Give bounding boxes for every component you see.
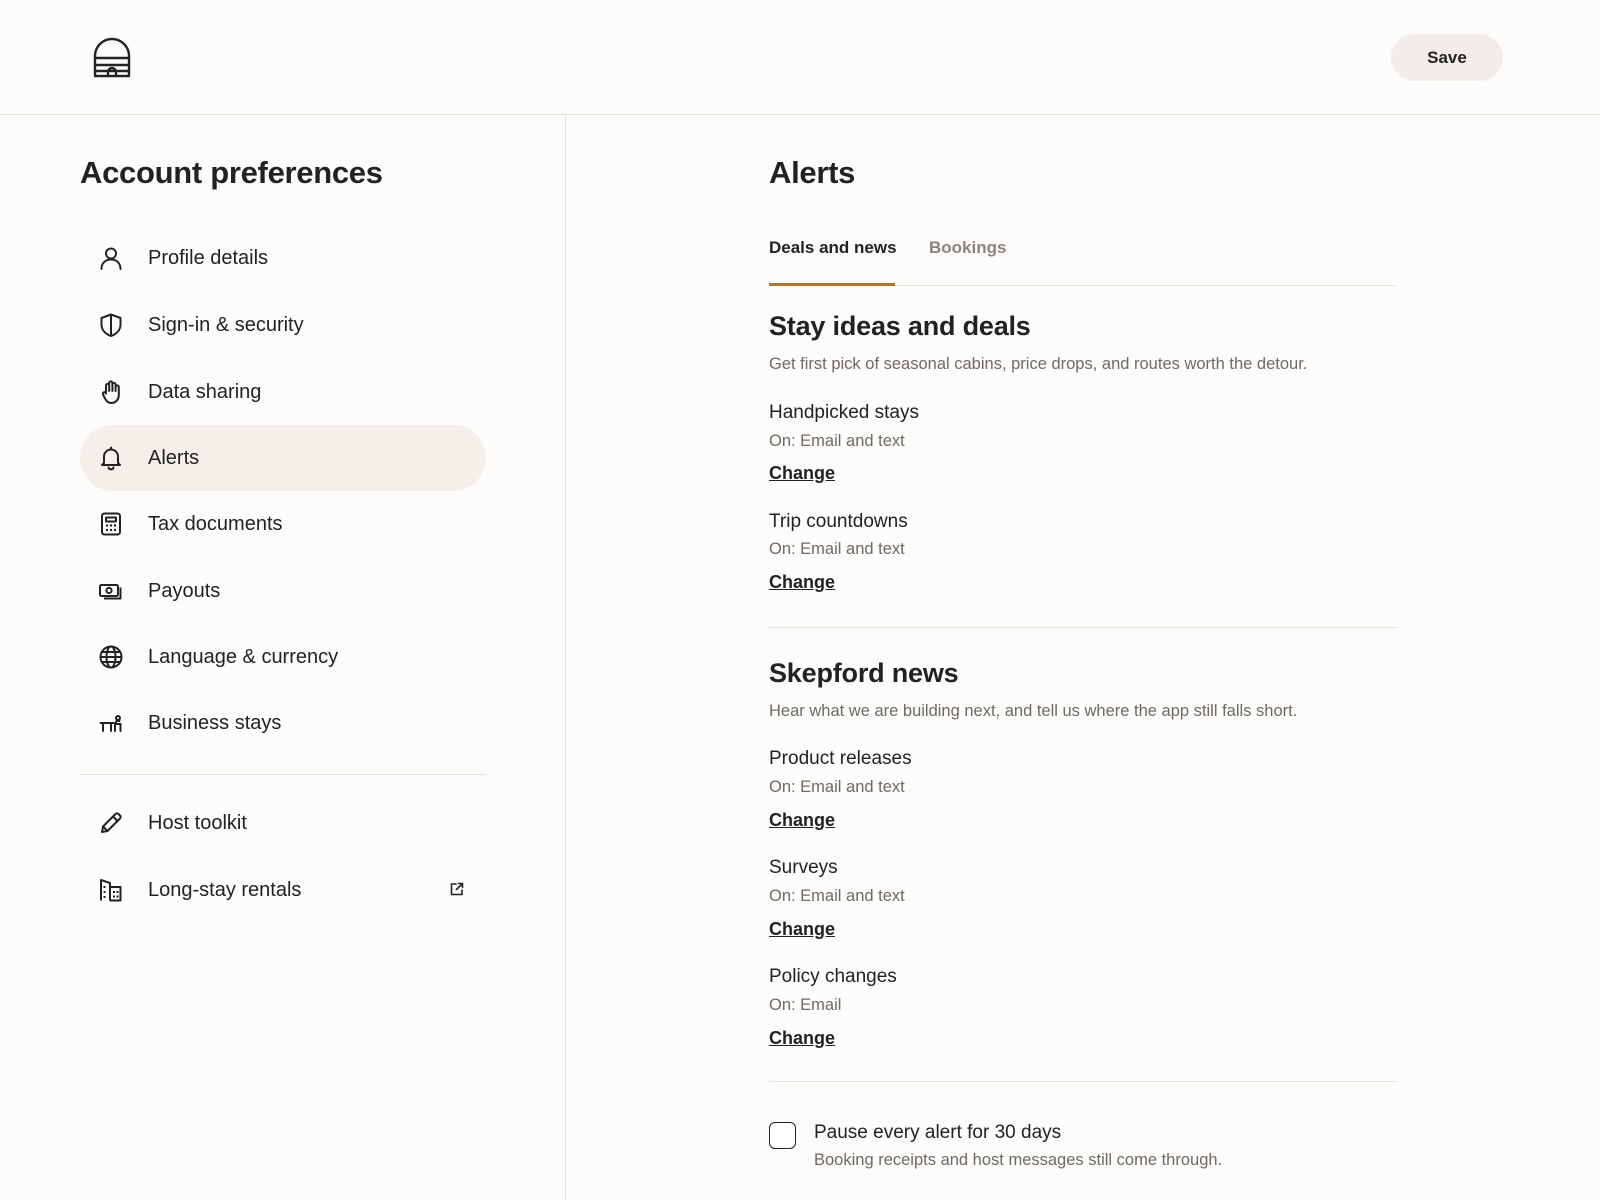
sidebar-item-label: Data sharing bbox=[148, 381, 262, 403]
tab-bookings[interactable]: Bookings bbox=[929, 236, 1006, 286]
page-title: Alerts bbox=[769, 155, 856, 190]
desk-icon bbox=[98, 710, 124, 736]
sidebar-item-tax-documents[interactable]: Tax documents bbox=[80, 491, 486, 557]
pref-label: Policy changes bbox=[769, 966, 897, 987]
change-link[interactable]: Change bbox=[769, 810, 835, 831]
sidebar-item-data-sharing[interactable]: Data sharing bbox=[80, 359, 486, 425]
globe-icon bbox=[98, 644, 124, 670]
sidebar-item-business-stays[interactable]: Business stays bbox=[80, 690, 486, 756]
sidebar-title: Account preferences bbox=[80, 155, 383, 190]
section-description: Get first pick of seasonal cabins, price… bbox=[769, 355, 1308, 373]
sidebar-item-host-toolkit[interactable]: Host toolkit bbox=[80, 790, 486, 856]
calculator-icon bbox=[98, 511, 124, 537]
tab-deals-and-news[interactable]: Deals and news bbox=[769, 236, 897, 286]
cash-icon bbox=[98, 578, 124, 604]
person-icon bbox=[98, 245, 124, 271]
pref-label: Trip countdowns bbox=[769, 511, 908, 532]
pref-status: On: Email and text bbox=[769, 778, 905, 796]
change-link[interactable]: Change bbox=[769, 1028, 835, 1049]
tab-bar: Deals and news Bookings bbox=[769, 236, 1396, 286]
sidebar-item-label: Language & currency bbox=[148, 646, 339, 668]
sidebar-item-label: Payouts bbox=[148, 580, 221, 602]
change-link[interactable]: Change bbox=[769, 572, 835, 593]
building-icon bbox=[98, 877, 124, 903]
sidebar-item-payouts[interactable]: Payouts bbox=[80, 558, 486, 624]
sidebar-item-profile-details[interactable]: Profile details bbox=[80, 225, 486, 291]
section-title: Skepford news bbox=[769, 658, 959, 688]
pref-label: Surveys bbox=[769, 857, 838, 878]
pref-status: On: Email bbox=[769, 996, 842, 1014]
pref-status: On: Email and text bbox=[769, 432, 905, 450]
sidebar-item-label: Profile details bbox=[148, 247, 269, 269]
section-divider bbox=[769, 627, 1396, 628]
sidebar-item-label: Business stays bbox=[148, 712, 282, 734]
pref-label: Handpicked stays bbox=[769, 402, 919, 423]
pencil-icon bbox=[98, 810, 124, 836]
pause-alerts-checkbox[interactable] bbox=[769, 1122, 796, 1149]
external-link-icon bbox=[449, 881, 465, 897]
pause-alerts-label[interactable]: Pause every alert for 30 days bbox=[814, 1122, 1061, 1144]
pref-status: On: Email and text bbox=[769, 540, 905, 558]
sidebar-item-label: Host toolkit bbox=[148, 812, 247, 834]
pref-status: On: Email and text bbox=[769, 887, 905, 905]
shield-icon bbox=[98, 312, 124, 338]
pref-label: Product releases bbox=[769, 748, 912, 769]
sidebar-item-language-currency[interactable]: Language & currency bbox=[80, 624, 486, 690]
sidebar-item-long-stay-rentals[interactable]: Long-stay rentals bbox=[80, 857, 486, 923]
section-divider bbox=[769, 1081, 1396, 1082]
section-description: Hear what we are building next, and tell… bbox=[769, 702, 1298, 720]
main-content: Alerts Deals and news Bookings Stay idea… bbox=[567, 115, 1600, 1200]
sidebar-divider bbox=[80, 774, 486, 775]
sidebar-item-sign-in-security[interactable]: Sign-in & security bbox=[80, 292, 486, 358]
top-bar: Save bbox=[0, 0, 1600, 115]
sidebar-item-alerts[interactable]: Alerts bbox=[80, 425, 486, 491]
sidebar: Account preferences Profile details Sign… bbox=[0, 115, 566, 1200]
sidebar-item-label: Long-stay rentals bbox=[148, 879, 302, 901]
bell-icon bbox=[98, 445, 124, 471]
cabin-dome-icon[interactable] bbox=[92, 36, 132, 80]
change-link[interactable]: Change bbox=[769, 463, 835, 484]
hand-icon bbox=[98, 379, 124, 405]
section-title: Stay ideas and deals bbox=[769, 311, 1031, 341]
sidebar-item-label: Sign-in & security bbox=[148, 314, 304, 336]
change-link[interactable]: Change bbox=[769, 919, 835, 940]
sidebar-item-label: Alerts bbox=[148, 447, 200, 469]
sidebar-item-label: Tax documents bbox=[148, 513, 283, 535]
save-button[interactable]: Save bbox=[1391, 34, 1503, 81]
pause-alerts-description: Booking receipts and host messages still… bbox=[814, 1151, 1223, 1169]
